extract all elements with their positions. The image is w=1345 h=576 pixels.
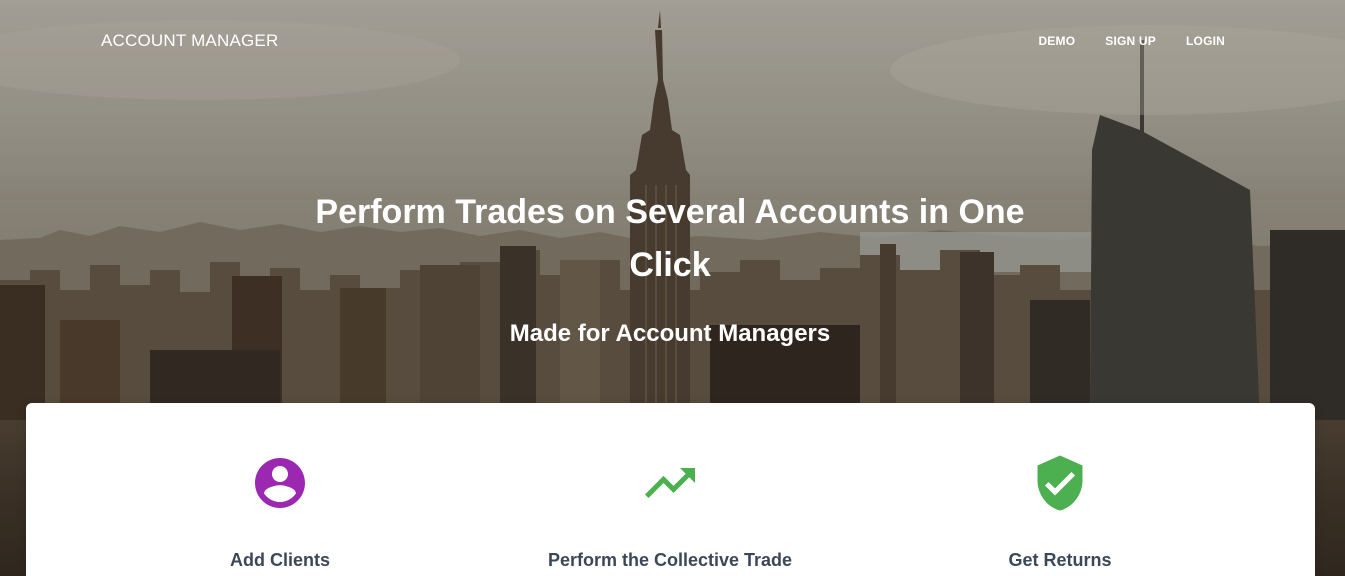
features-card: Add Clients Perform the Collective Trade…: [26, 403, 1315, 576]
nav-link-login[interactable]: LOGIN: [1186, 34, 1225, 48]
feature-title: Add Clients: [229, 550, 330, 570]
brand-link[interactable]: ACCOUNT MANAGER: [101, 31, 278, 51]
hero-subtitle: Made for Account Managers: [509, 320, 831, 347]
page: ACCOUNT MANAGER DEMO SIGN UP LOGIN Perfo…: [0, 0, 1345, 576]
navbar: ACCOUNT MANAGER DEMO SIGN UP LOGIN: [0, 0, 1345, 82]
feature-title: Perform the Collective Trade: [547, 550, 793, 570]
nav-link-sign-up[interactable]: SIGN UP: [1105, 34, 1156, 48]
nav-links: DEMO SIGN UP LOGIN: [1008, 34, 1225, 48]
verified-shield-icon: [1030, 453, 1090, 513]
account-circle-icon: [250, 453, 310, 513]
nav-link-demo[interactable]: DEMO: [1038, 34, 1075, 48]
trending-up-icon: [640, 453, 700, 513]
feature-title: Get Returns: [1008, 550, 1112, 570]
hero-title: Perform Trades on Several Accounts in On…: [315, 193, 1025, 284]
